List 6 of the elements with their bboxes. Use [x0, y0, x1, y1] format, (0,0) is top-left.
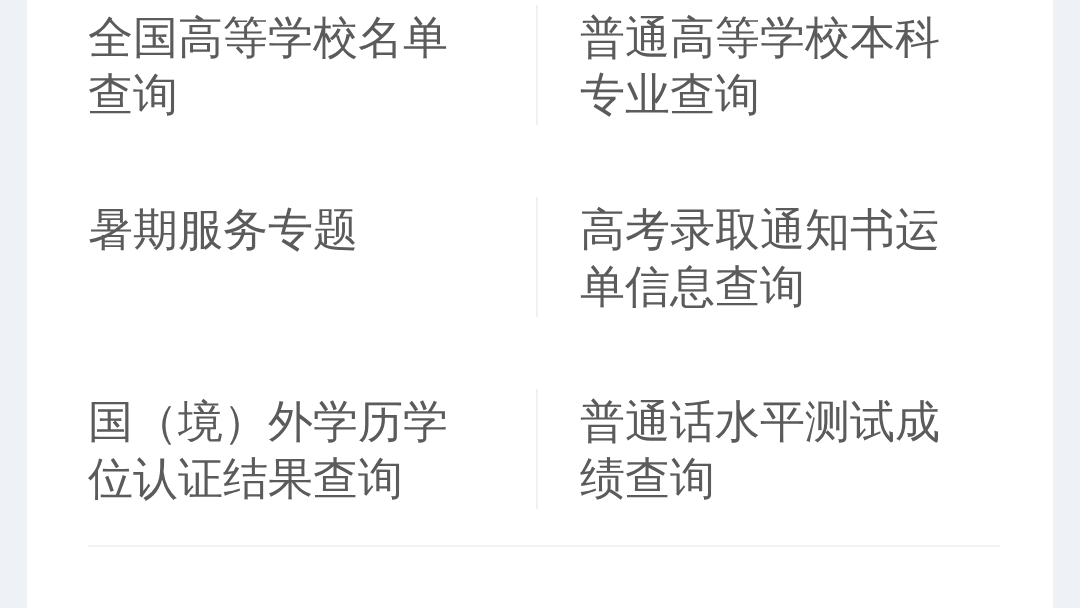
service-link[interactable]: 高考录取通知书运单信息查询 — [580, 201, 954, 315]
service-link[interactable]: 国（境）外学历学位认证结果查询 — [88, 393, 462, 507]
service-link[interactable]: 全国高等学校名单查询 — [88, 9, 462, 123]
service-link[interactable]: 普通高等学校本科专业查询 — [580, 9, 954, 123]
service-link[interactable]: 普通话水平测试成绩查询 — [580, 393, 954, 507]
service-link[interactable]: 暑期服务专题 — [88, 201, 462, 258]
